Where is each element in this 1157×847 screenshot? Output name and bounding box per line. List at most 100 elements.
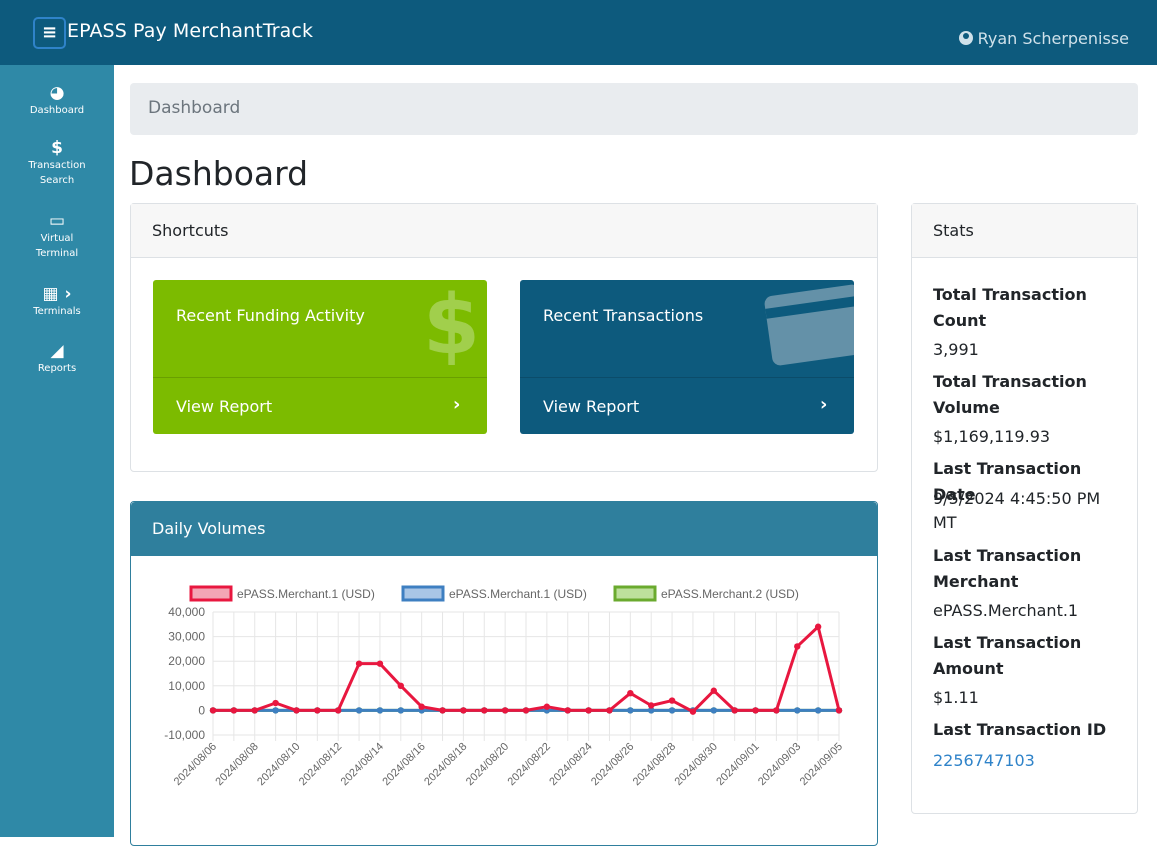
hamburger-menu-button[interactable]: ≡ xyxy=(33,17,66,49)
x-tick-label: 2024/08/20 xyxy=(464,741,511,788)
data-point xyxy=(835,707,843,714)
chevron-right-icon: › xyxy=(453,394,461,415)
data-point xyxy=(481,707,488,714)
data-point xyxy=(627,707,634,714)
data-point xyxy=(814,623,822,630)
daily-volumes-card: Daily Volumes 40,000 30,000 20,000 10,000 0 -… xyxy=(130,501,878,846)
monitor-icon: ▭ xyxy=(48,211,66,231)
x-tick-label: 2024/08/08 xyxy=(213,741,260,788)
legend-swatch xyxy=(189,585,233,602)
view-report-link[interactable]: View Report › xyxy=(153,377,487,434)
total-transaction-count-value: 3,991 xyxy=(933,340,979,359)
x-tick-label: 2024/08/06 xyxy=(172,741,219,788)
recent-funding-activity-tile[interactable]: $ Recent Funding Activity View Report › xyxy=(153,280,487,434)
data-point xyxy=(794,707,801,714)
recent-transactions-tile[interactable]: Recent Transactions View Report › xyxy=(520,280,854,434)
data-point xyxy=(501,707,509,714)
x-tick-label: 2024/08/18 xyxy=(422,741,469,788)
user-circle-icon xyxy=(958,31,973,45)
user-menu[interactable]: Ryan Scherpenisse xyxy=(958,29,1129,48)
data-point xyxy=(731,707,738,714)
x-tick-label: 2024/08/24 xyxy=(547,741,594,788)
data-point xyxy=(460,707,467,714)
stats-card: Stats Total Transaction Count 3,991 Tota… xyxy=(911,203,1138,814)
sidebar-item-label: Transaction Search xyxy=(28,160,86,186)
y-tick-label: 0 xyxy=(198,703,205,717)
user-name: Ryan Scherpenisse xyxy=(977,29,1129,48)
last-transaction-id-link[interactable]: 2256747103 xyxy=(933,749,1113,773)
breadcrumb-item-dashboard: Dashboard xyxy=(148,98,241,118)
x-tick-label: 2024/08/12 xyxy=(297,741,344,788)
data-point xyxy=(585,707,592,714)
sidebar-item-virtual-terminal[interactable]: ▭ Virtual Terminal xyxy=(0,211,114,261)
x-tick-label: 2024/08/10 xyxy=(255,741,302,788)
x-tick-label: 2024/08/30 xyxy=(673,741,720,788)
data-point xyxy=(627,689,634,697)
x-tick-label: 2024/08/28 xyxy=(631,741,678,788)
y-tick-label: 20,000 xyxy=(168,654,205,668)
sidebar-item-transaction-search[interactable]: $ Transaction Search xyxy=(0,138,114,188)
stats-card-header: Stats xyxy=(912,204,1137,258)
page-title: Dashboard xyxy=(129,154,309,193)
data-point xyxy=(293,707,300,714)
data-point xyxy=(543,703,551,710)
data-point xyxy=(648,702,655,709)
x-tick-label: 2024/08/26 xyxy=(589,741,636,788)
total-transaction-volume-value: $1,169,119.93 xyxy=(933,427,1051,446)
dollar-icon: $ xyxy=(423,280,481,373)
data-point xyxy=(794,643,801,650)
legend-label: ePASS.Merchant.1 (USD) xyxy=(449,587,587,601)
x-tick-label: 2024/09/03 xyxy=(756,741,803,788)
data-point xyxy=(668,707,676,714)
tile-label: Recent Transactions xyxy=(543,306,704,325)
legend-swatch xyxy=(401,585,445,602)
top-navbar: ≡ EPASS Pay MerchantTrack Ryan Scherpeni… xyxy=(0,0,1157,65)
x-tick-label: 2024/08/16 xyxy=(380,741,427,788)
data-point xyxy=(752,707,759,714)
sidebar-item-reports[interactable]: ◢ Reports xyxy=(0,341,114,376)
y-tick-label: 30,000 xyxy=(168,630,205,644)
last-transaction-amount-label: Last Transaction Amount xyxy=(933,633,1082,678)
data-point xyxy=(397,707,404,714)
data-point xyxy=(668,697,676,704)
tile-label: Recent Funding Activity xyxy=(176,306,365,325)
last-transaction-merchant-value: ePASS.Merchant.1 xyxy=(933,601,1079,620)
data-point xyxy=(773,707,780,714)
data-point xyxy=(710,687,717,694)
last-transaction-amount-value: $1.11 xyxy=(933,688,979,707)
sidebar: ◕ Dashboard $ Transaction Search ▭ Virtu… xyxy=(0,65,114,837)
data-point xyxy=(397,682,404,689)
data-point xyxy=(376,660,384,667)
y-tick-label: 40,000 xyxy=(168,605,205,619)
sidebar-item-label: Reports xyxy=(37,363,77,374)
app-brand[interactable]: EPASS Pay MerchantTrack xyxy=(67,20,313,42)
data-point xyxy=(209,707,217,714)
data-point xyxy=(606,707,613,714)
credit-card-icon xyxy=(763,283,854,367)
data-point xyxy=(376,707,384,714)
sidebar-item-dashboard[interactable]: ◕ Dashboard xyxy=(0,83,114,118)
data-point xyxy=(418,703,425,710)
daily-volumes-chart: 40,00030,00020,00010,0000-10,0002024/08/… xyxy=(164,585,845,788)
data-point xyxy=(272,707,279,714)
view-report-link[interactable]: View Report › xyxy=(520,377,854,434)
data-point xyxy=(710,707,717,714)
daily-volumes-header: Daily Volumes xyxy=(131,502,877,556)
x-tick-label: 2024/08/14 xyxy=(339,741,386,788)
legend-swatch xyxy=(613,585,657,602)
last-transaction-merchant-label: Last Transaction Merchant xyxy=(933,546,1082,591)
last-transaction-date-value: 9/5/2024 4:45:50 PM MT xyxy=(933,489,1101,532)
breadcrumb: Dashboard xyxy=(130,83,1138,135)
sidebar-item-label: Virtual Terminal xyxy=(35,233,79,259)
legend-label: ePASS.Merchant.1 (USD) xyxy=(237,587,375,601)
data-point xyxy=(522,707,530,714)
area-chart-icon: ◢ xyxy=(50,341,64,361)
sidebar-item-label: Terminals xyxy=(33,306,81,317)
view-report-label: View Report xyxy=(176,397,273,416)
total-transaction-volume-label: Total Transaction Volume xyxy=(933,372,1087,417)
view-report-label: View Report xyxy=(543,397,640,416)
sidebar-item-terminals[interactable]: ▦ › Terminals xyxy=(0,284,114,319)
x-tick-label: 2024/08/22 xyxy=(506,741,553,788)
data-point xyxy=(251,707,258,714)
data-point xyxy=(314,707,321,714)
